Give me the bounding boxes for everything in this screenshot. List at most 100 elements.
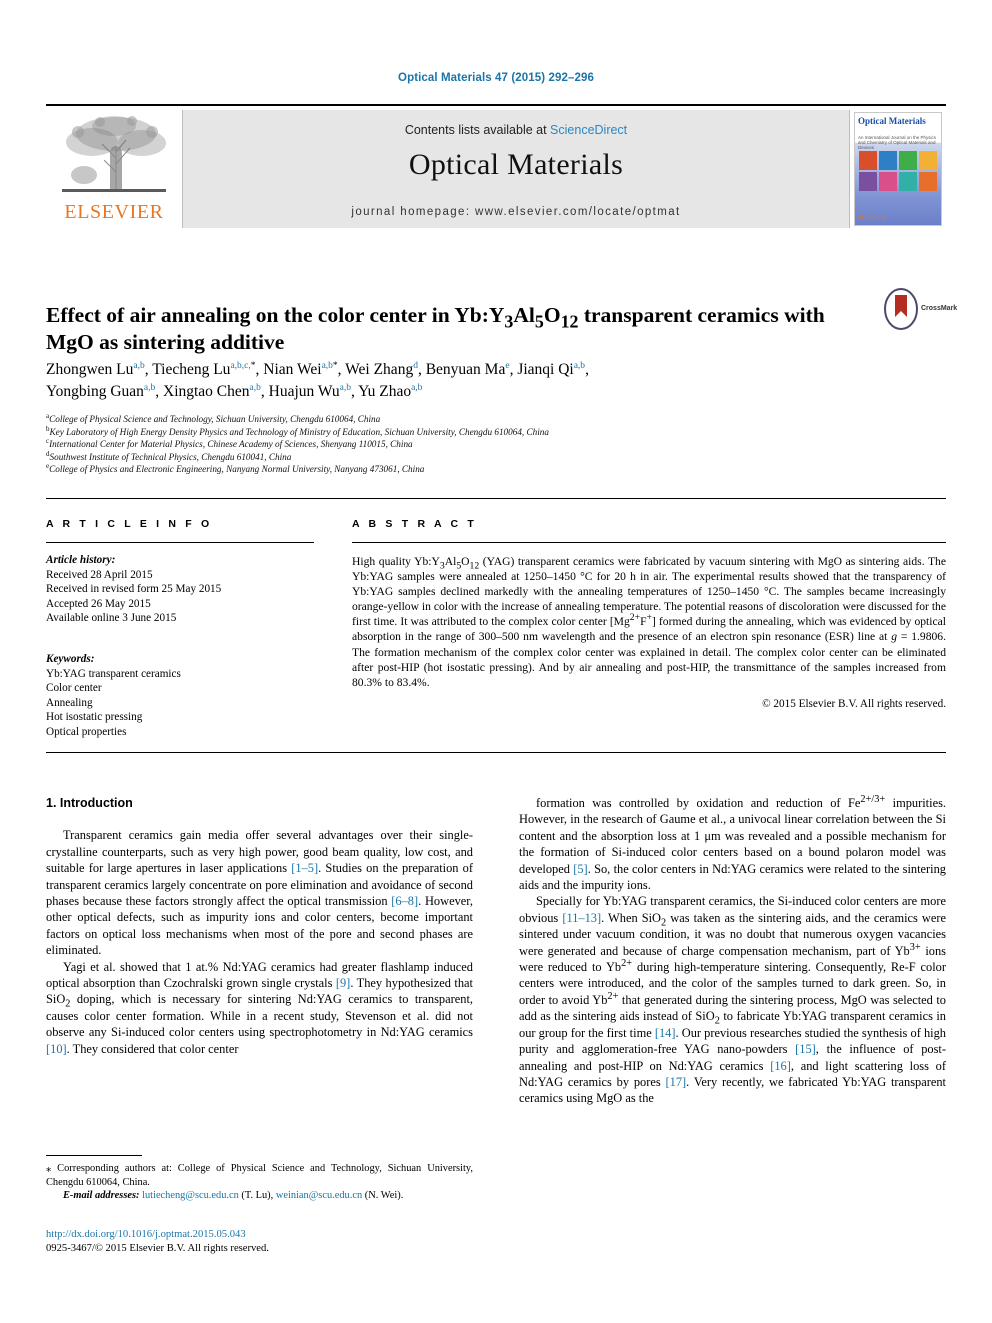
elsevier-tree-icon [62, 116, 166, 192]
author-name: Tiecheng Lu [152, 361, 231, 378]
keyword-list: Keywords: Yb:YAG transparent ceramics Co… [46, 652, 314, 740]
elsevier-logo-block: ELSEVIER [46, 110, 182, 228]
crossmark-badge[interactable]: CrossMark [882, 288, 957, 332]
affiliation-text: International Center for Material Physic… [49, 439, 413, 450]
title-sub-2: 5 [534, 311, 544, 332]
email-note: E-mail addresses: lutiecheng@scu.edu.cn … [63, 1190, 404, 1202]
author-affil-marks: a,b [143, 382, 156, 393]
issn-copyright: 0925-3467/© 2015 Elsevier B.V. All right… [46, 1243, 269, 1254]
email-link[interactable]: weinian@scu.edu.cn [276, 1190, 362, 1201]
email-link[interactable]: lutiecheng@scu.edu.cn [142, 1190, 239, 1201]
author-item: Nian Weia,b* [263, 361, 337, 378]
info-band-top-rule [46, 498, 946, 499]
journal-cover-thumbnail: Optical Materials An International Journ… [850, 110, 946, 228]
affiliation-item: cInternational Center for Material Physi… [46, 438, 926, 451]
body-column-left: 1. Introduction Transparent ceramics gai… [46, 795, 473, 1057]
crossmark-icon [884, 288, 918, 330]
author-affil-marks: a,b [133, 360, 145, 371]
cover-image-grid [859, 151, 937, 191]
page-title: Effect of air annealing on the color cen… [46, 302, 836, 356]
corresponding-author-note: ⁎ Corresponding authors at: College of P… [46, 1163, 473, 1188]
body-paragraph: Specially for Yb:YAG transparent ceramic… [519, 894, 947, 1106]
cover-publisher: ELSEVIER [858, 216, 887, 222]
footnote-rule [46, 1155, 142, 1156]
author-name: Xingtao Chen [163, 383, 250, 400]
corresponding-author-marker: * [250, 360, 256, 371]
author-affil-marks: a,b [339, 382, 351, 393]
cover-subtitle: An International Journal on the Physics … [858, 135, 937, 150]
title-sub-3: 12 [560, 311, 579, 332]
author-item: Wei Zhangd [345, 361, 418, 378]
corresponding-author-marker: * [332, 360, 338, 371]
title-part-1: Effect of air annealing on the color cen… [46, 303, 505, 328]
author-item: Yongbing Guana,b [46, 383, 155, 400]
author-affil-marks: a,b [411, 382, 423, 393]
email-person: (N. Wei) [364, 1190, 401, 1202]
author-affil-marks: d [413, 360, 418, 371]
doi-link[interactable]: http://dx.doi.org/10.1016/j.optmat.2015.… [46, 1228, 546, 1242]
keywords-label: Keywords: [46, 652, 95, 665]
keyword-item: Annealing [46, 696, 93, 709]
info-band-bottom-rule [46, 752, 946, 753]
history-item: Received 28 April 2015 [46, 568, 153, 581]
section-heading-introduction: 1. Introduction [46, 796, 133, 810]
author-item: Huajun Wua,b [269, 383, 351, 400]
affiliation-text: Key Laboratory of High Energy Density Ph… [49, 426, 549, 437]
author-affil-marks: a,b,c, [230, 360, 251, 371]
author-name: Yongbing Guan [46, 383, 144, 400]
journal-masthead: ELSEVIER Contents lists available at Sci… [46, 104, 946, 228]
affiliation-item: bKey Laboratory of High Energy Density P… [46, 425, 926, 439]
elsevier-wordmark: ELSEVIER [64, 201, 164, 223]
author-item: Yu Zhaoa,b [358, 383, 422, 400]
body-paragraph: formation was controlled by oxidation an… [519, 793, 946, 893]
keyword-item: Optical properties [46, 725, 127, 738]
author-affil-marks: a,b [573, 360, 586, 371]
journal-name: Optical Materials [408, 148, 624, 181]
affiliation-item: dSouthwest Institute of Technical Physic… [46, 450, 926, 464]
keyword-item: Yb:YAG transparent ceramics [46, 667, 181, 680]
affiliation-text: College of Physics and Electronic Engine… [49, 464, 425, 475]
author-affil-marks: a,b [249, 382, 261, 393]
affiliation-text: Southwest Institute of Technical Physics… [49, 451, 292, 462]
keyword-item: Color center [46, 682, 102, 695]
affiliation-list: aCollege of Physical Science and Technol… [46, 412, 926, 476]
crossmark-label: CrossMark [921, 305, 958, 312]
abstract-divider [352, 542, 946, 543]
affiliation-item: aCollege of Physical Science and Technol… [46, 412, 926, 426]
affiliation-item: eCollege of Physics and Electronic Engin… [46, 463, 926, 476]
author-item: Tiecheng Lua,b,c,* [152, 361, 255, 378]
footnote-block: ⁎ Corresponding authors at: College of P… [46, 1155, 473, 1203]
affiliation-text: College of Physical Science and Technolo… [49, 414, 381, 424]
journal-homepage-link[interactable]: journal homepage: www.elsevier.com/locat… [183, 206, 849, 218]
keyword-item: Hot isostatic pressing [46, 711, 143, 724]
abstract-column: A B S T R A C T High quality Yb:Y3Al5O12… [352, 518, 946, 710]
body-column-right: formation was controlled by oxidation an… [519, 793, 947, 1107]
author-name: Nian Wei [263, 361, 322, 378]
title-part-2: Al [513, 303, 535, 328]
abstract-text: High quality Yb:Y3Al5O12 (YAG) transpare… [352, 555, 946, 689]
body-paragraph: Transparent ceramics gain media offer se… [46, 828, 474, 958]
author-affil-marks: e [505, 360, 510, 371]
article-info-column: A R T I C L E I N F O Article history: R… [46, 518, 314, 740]
article-history: Article history: Received 28 April 2015 … [46, 553, 314, 626]
cover-journal-title: Optical Materials [858, 116, 926, 126]
email-person: (T. Lu) [241, 1190, 271, 1202]
history-item: Accepted 26 May 2015 [46, 597, 151, 610]
title-part-3: O [543, 303, 561, 328]
author-name: Benyuan Ma [425, 361, 506, 378]
contents-prefix: Contents lists available at [404, 123, 551, 137]
author-name: Yu Zhao [358, 383, 412, 400]
email-label: E-mail addresses: [63, 1190, 140, 1202]
article-history-label: Article history: [46, 554, 116, 566]
article-info-heading: A R T I C L E I N F O [46, 518, 213, 530]
footer-metadata: http://dx.doi.org/10.1016/j.optmat.2015.… [46, 1228, 546, 1256]
author-list: Zhongwen Lua,b, Tiecheng Lua,b,c,*, Nian… [46, 360, 589, 400]
author-name: Huajun Wu [268, 383, 340, 400]
author-item: Xingtao Chena,b [163, 383, 261, 400]
sciencedirect-link[interactable]: ScienceDirect [550, 123, 627, 137]
author-item: Zhongwen Lua,b [46, 361, 145, 378]
author-item: Jianqi Qia,b [517, 361, 585, 378]
author-name: Zhongwen Lu [46, 361, 134, 378]
author-name: Jianqi Qi [517, 361, 574, 378]
author-item: Benyuan Mae [426, 361, 510, 378]
